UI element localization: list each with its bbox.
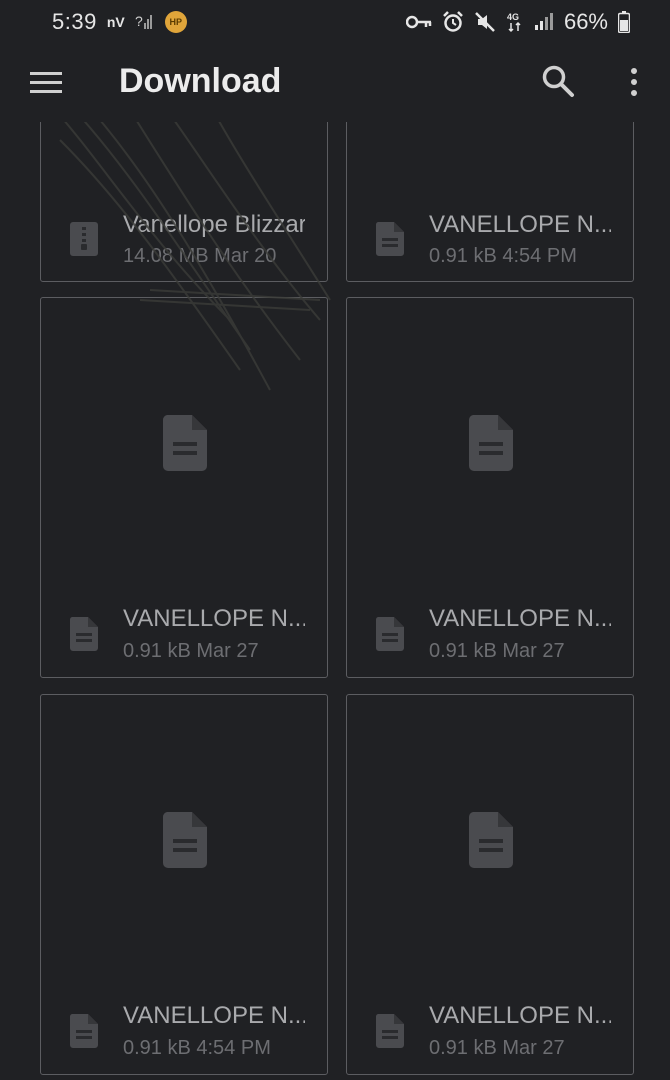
file-meta: 14.08 MB Mar 20 (123, 245, 277, 267)
file-card[interactable]: VANELLOPE N... 0.91 kB 4:54 PM (346, 100, 634, 282)
file-meta: 0.91 kB Mar 27 (429, 1037, 565, 1059)
search-icon (542, 65, 574, 97)
file-name: VANELLOPE N... (123, 1002, 305, 1029)
zip-file-icon (70, 222, 98, 256)
menu-button[interactable] (30, 68, 62, 98)
alarm-icon (442, 11, 464, 33)
file-name: VANELLOPE N... (123, 605, 305, 632)
file-name: Vanellope Blizzard S... (123, 211, 305, 238)
network-4g-icon: 4G (506, 11, 524, 33)
file-name: VANELLOPE N... (429, 605, 611, 632)
no-sim-signal-icon: ? (135, 13, 155, 31)
battery-percentage: 66% (563, 9, 608, 34)
file-card[interactable]: VANELLOPE N... 0.91 kB Mar 27 (346, 694, 634, 1075)
file-meta: 0.91 kB 4:54 PM (429, 245, 577, 267)
file-card[interactable]: VANELLOPE N... 0.91 kB Mar 27 (346, 297, 634, 678)
document-file-icon (375, 222, 404, 256)
document-thumbnail-icon (468, 415, 513, 471)
battery-icon (618, 11, 630, 33)
mute-icon (474, 11, 496, 33)
notification-badge-icon: HP (164, 11, 187, 33)
document-file-icon (69, 617, 98, 651)
more-options-button[interactable] (622, 66, 646, 100)
page-title: Download (119, 62, 282, 100)
document-file-icon (375, 617, 404, 651)
svg-text:4G: 4G (507, 12, 519, 22)
document-file-icon (69, 1014, 98, 1048)
document-thumbnail-icon (162, 812, 207, 868)
screen: Vanellope Blizzard S... 14.08 MB Mar 20 … (0, 0, 670, 1080)
file-meta: 0.91 kB Mar 27 (123, 640, 259, 662)
file-card[interactable]: Vanellope Blizzard S... 14.08 MB Mar 20 (40, 100, 328, 282)
document-thumbnail-icon (162, 415, 207, 471)
carrier-label: nV (106, 14, 125, 30)
document-thumbnail-icon (468, 812, 513, 868)
svg-text:?: ? (135, 13, 143, 29)
vpn-key-icon (405, 14, 432, 30)
status-left: 5:39 nV ? HP (52, 9, 187, 35)
status-bar: 5:39 nV ? HP 4G 66% (0, 0, 670, 44)
file-meta: 0.91 kB 4:54 PM (123, 1037, 271, 1059)
app-bar: Download (0, 44, 670, 122)
status-time: 5:39 (52, 9, 97, 34)
file-name: VANELLOPE N... (429, 1002, 611, 1029)
search-button[interactable] (541, 64, 575, 98)
signal-strength-icon (534, 13, 554, 31)
file-card[interactable]: VANELLOPE N... 0.91 kB 4:54 PM (40, 694, 328, 1075)
file-card[interactable]: VANELLOPE N... 0.91 kB Mar 27 (40, 297, 328, 678)
file-name: VANELLOPE N... (429, 211, 611, 238)
status-right: 4G 66% (405, 9, 630, 35)
file-meta: 0.91 kB Mar 27 (429, 640, 565, 662)
file-grid: Vanellope Blizzard S... 14.08 MB Mar 20 … (0, 0, 670, 1080)
hamburger-menu-icon (30, 72, 62, 93)
more-vertical-icon (631, 68, 637, 96)
document-file-icon (375, 1014, 404, 1048)
